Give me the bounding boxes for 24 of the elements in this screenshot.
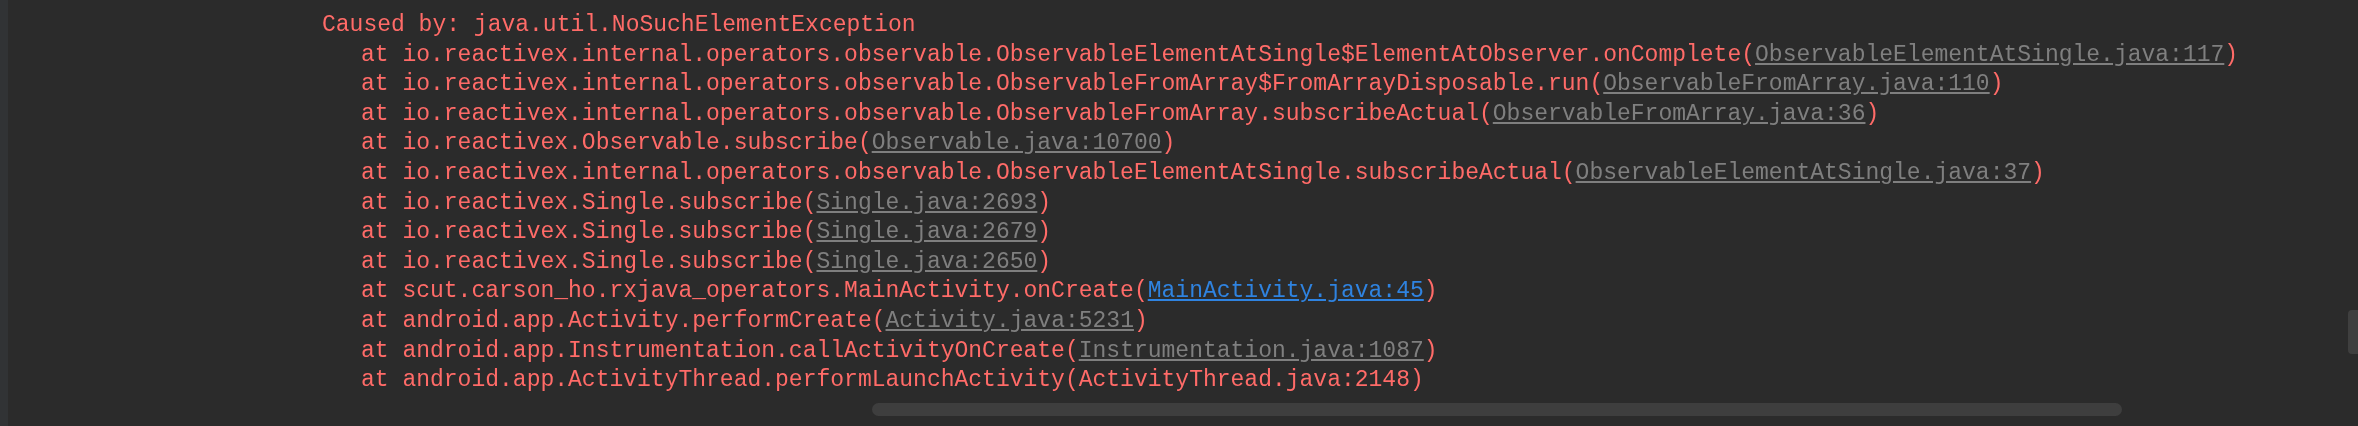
stack-trace-line: at io.reactivex.internal.operators.observable.ObservableElementAtSingle.subscribeActual(ObservableElementAtSingle.java:37) [361, 158, 2045, 188]
stack-trace-line: at io.reactivex.Single.subscribe(Single.java:2650) [361, 247, 1052, 277]
stack-trace-line: at android.app.ActivityThread.performLaunchActivity(ActivityThread.java:2148) [361, 366, 1424, 396]
stack-trace-line: at android.app.Activity.performCreate(Activity.java:5231) [361, 306, 1148, 336]
source-link[interactable]: ObservableFromArray.java:36 [1492, 100, 1866, 127]
stack-trace-line: Caused by: java.util.NoSuchElementException [322, 11, 916, 40]
stack-trace-line: at android.app.Instrumentation.callActivityOnCreate(Instrumentation.java:1087) [361, 336, 1438, 366]
source-link[interactable]: Single.java:2650 [816, 248, 1038, 275]
source-link[interactable]: ObservableElementAtSingle.java:117 [1755, 41, 2225, 68]
source-link[interactable]: Single.java:2679 [816, 219, 1038, 246]
source-link[interactable]: Observable.java:10700 [871, 130, 1162, 157]
stack-trace-line: at io.reactivex.internal.operators.observable.ObservableFromArray$FromArrayDisposable.run(ObservableFromArray.java:110) [361, 70, 2004, 100]
source-link[interactable]: ObservableFromArray.java:110 [1603, 71, 1990, 98]
source-link[interactable]: Single.java:2693 [816, 189, 1038, 216]
source-link[interactable]: Instrumentation.java:1087 [1078, 337, 1424, 364]
stack-trace-line: at scut.carson_ho.rxjava_operators.MainActivity.onCreate(MainActivity.java:45) [361, 277, 1438, 307]
stack-trace-line: at io.reactivex.internal.operators.observable.ObservableFromArray.subscribeActual(ObservableFromArray.java:36) [361, 99, 1880, 129]
source-link[interactable]: ObservableElementAtSingle.java:37 [1575, 159, 2032, 186]
stack-trace-line: at io.reactivex.internal.operators.observable.ObservableElementAtSingle$ElementAtObserver.onComplete(ObservableElementAtSingle.java:117) [361, 40, 2239, 70]
stack-trace-line: at io.reactivex.Observable.subscribe(Observable.java:10700) [361, 129, 1176, 159]
stack-trace-line: at io.reactivex.Single.subscribe(Single.java:2693) [361, 188, 1052, 218]
source-link[interactable]: MainActivity.java:45 [1147, 278, 1424, 305]
source-link[interactable]: Activity.java:5231 [885, 307, 1134, 334]
stack-trace-line: at io.reactivex.Single.subscribe(Single.java:2679) [361, 218, 1052, 248]
